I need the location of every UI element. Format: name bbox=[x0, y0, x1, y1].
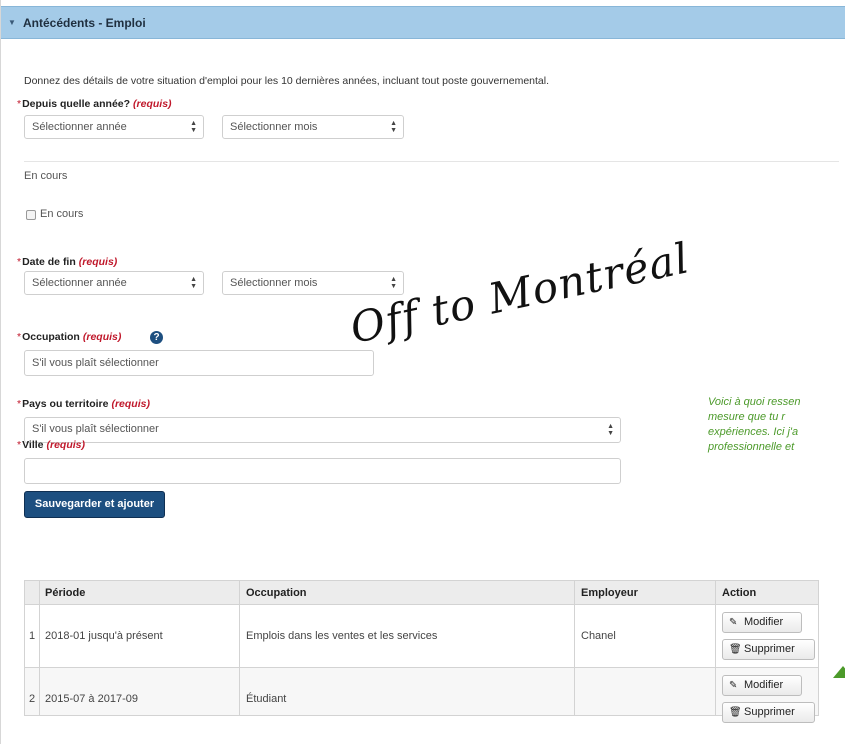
save-and-add-button[interactable]: Sauvegarder et ajouter bbox=[24, 491, 165, 518]
end-month-select[interactable]: Sélectionner mois ▲ ▼ bbox=[222, 271, 404, 295]
row-occupation: Emplois dans les ventes et les services bbox=[246, 630, 438, 642]
column-divider bbox=[715, 580, 716, 716]
trash-icon: 🗑 bbox=[729, 707, 742, 718]
caret-down-icon[interactable]: ▼ bbox=[8, 18, 16, 27]
column-header-period: Période bbox=[45, 587, 86, 599]
edit-button[interactable]: ✎ Modifier bbox=[722, 675, 802, 696]
annotation-arrow-icon bbox=[833, 666, 845, 678]
column-divider bbox=[574, 580, 575, 716]
trash-icon: 🗑 bbox=[729, 644, 742, 655]
note-line: mesure que tu r bbox=[708, 411, 786, 423]
select-arrows-icon: ▲ ▼ bbox=[390, 120, 397, 134]
question-circle-icon[interactable]: ? bbox=[150, 331, 163, 344]
end-year-select[interactable]: Sélectionner année ▲ ▼ bbox=[24, 271, 204, 295]
city-input[interactable] bbox=[24, 458, 621, 484]
edit-button[interactable]: ✎ Modifier bbox=[722, 612, 802, 633]
occupation-label: *Occupation (requis) bbox=[17, 331, 122, 343]
row-index: 2 bbox=[29, 693, 36, 705]
note-line: expériences. Ici j'a bbox=[708, 426, 799, 438]
select-arrows-icon: ▲ ▼ bbox=[190, 120, 197, 134]
row-period: 2018-01 jusqu'à présent bbox=[45, 630, 163, 642]
select-arrows-icon: ▲ ▼ bbox=[190, 276, 197, 290]
table-row bbox=[24, 668, 819, 716]
note-line: professionnelle et bbox=[708, 441, 795, 453]
column-divider bbox=[239, 580, 240, 716]
employment-panel: ▼ Antécédents - Emploi Donnez des détail… bbox=[0, 0, 845, 744]
country-select[interactable]: S'il vous plaît sélectionner ▲ ▼ bbox=[24, 417, 621, 443]
pencil-icon: ✎ bbox=[729, 680, 738, 691]
ongoing-label: En cours bbox=[24, 170, 68, 182]
handwritten-overlay-text: Off to Montréal bbox=[346, 233, 694, 353]
since-month-select[interactable]: Sélectionner mois ▲ ▼ bbox=[222, 115, 404, 139]
column-header-action: Action bbox=[722, 587, 757, 599]
divider bbox=[24, 161, 839, 162]
end-date-label: *Date de fin (requis) bbox=[17, 256, 118, 268]
row-index: 1 bbox=[29, 630, 36, 642]
column-header-occupation: Occupation bbox=[246, 587, 307, 599]
delete-button[interactable]: 🗑 Supprimer bbox=[722, 702, 815, 723]
since-label: *Depuis quelle année? (requis) bbox=[17, 98, 172, 110]
row-occupation: Étudiant bbox=[246, 693, 287, 705]
note-line: Voici à quoi ressen bbox=[708, 396, 801, 408]
section-title: Antécédents - Emploi bbox=[23, 16, 146, 30]
section-header[interactable]: ▼ Antécédents - Emploi bbox=[1, 6, 845, 39]
annotation-note: Voici à quoi ressen mesure que tu r expé… bbox=[708, 395, 845, 455]
ongoing-checkbox-label: En cours bbox=[40, 208, 84, 220]
select-arrows-icon: ▲ ▼ bbox=[607, 423, 614, 437]
intro-text: Donnez des détails de votre situation d'… bbox=[24, 75, 549, 87]
ongoing-checkbox[interactable] bbox=[26, 210, 36, 220]
select-arrows-icon: ▲ ▼ bbox=[390, 276, 397, 290]
delete-button[interactable]: 🗑 Supprimer bbox=[722, 639, 815, 660]
table-header bbox=[24, 580, 819, 605]
pencil-icon: ✎ bbox=[729, 617, 738, 628]
column-divider bbox=[39, 580, 40, 716]
row-employer: Chanel bbox=[581, 630, 616, 642]
occupation-select[interactable]: S'il vous plaît sélectionner bbox=[24, 350, 374, 376]
city-label: *Ville (requis) bbox=[17, 439, 86, 451]
country-label: *Pays ou territoire (requis) bbox=[17, 398, 150, 410]
row-period: 2015-07 à 2017-09 bbox=[45, 693, 138, 705]
column-header-employer: Employeur bbox=[581, 587, 638, 599]
since-year-select[interactable]: Sélectionner année ▲ ▼ bbox=[24, 115, 204, 139]
